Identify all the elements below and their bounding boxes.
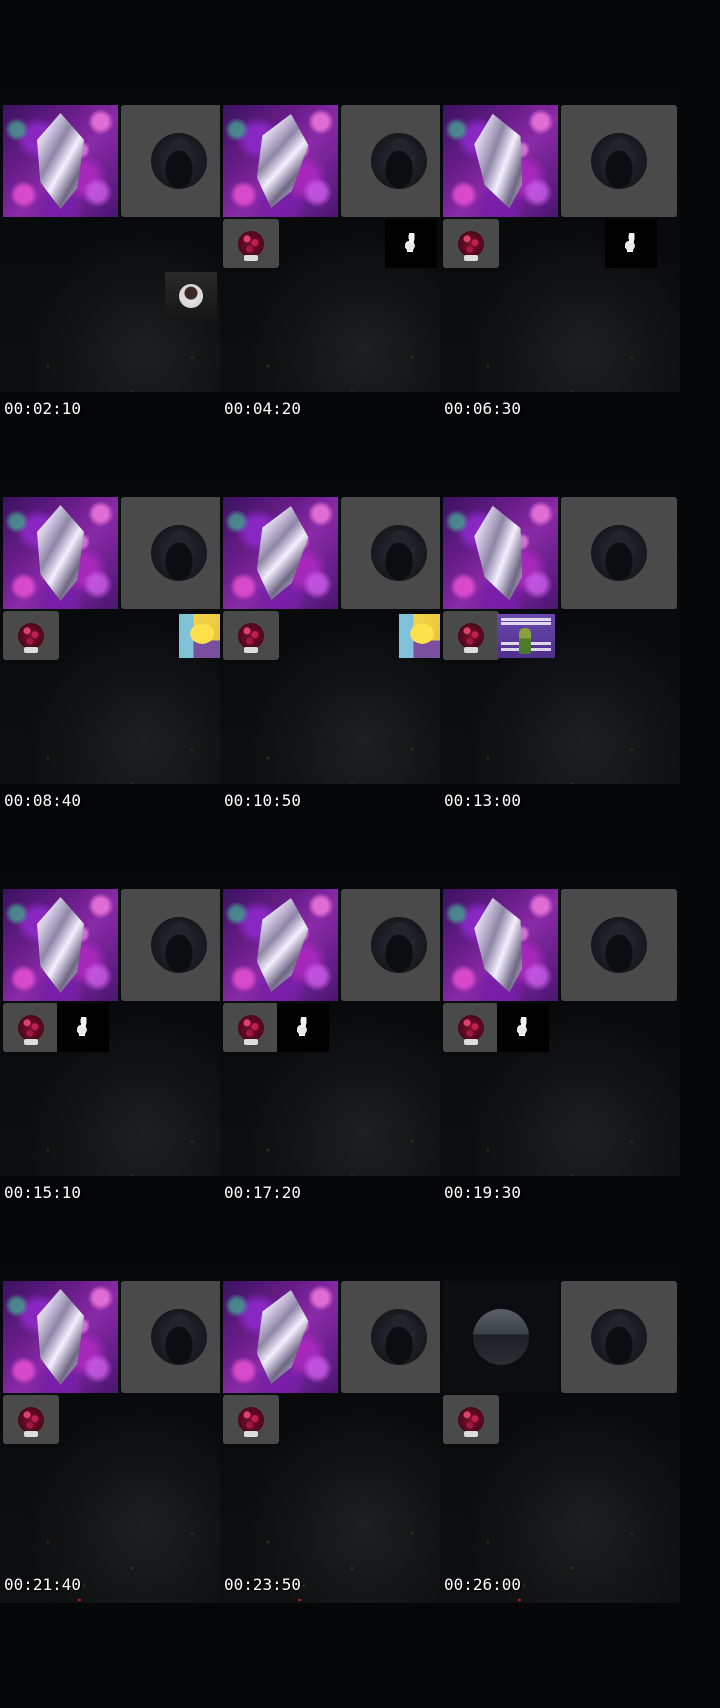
participant-tile-crystal[interactable] (3, 105, 118, 217)
berry-icon (458, 1406, 484, 1437)
participant-tile-crystal[interactable] (443, 889, 558, 1001)
participant-tile-crystal[interactable] (443, 105, 558, 217)
bunny-icon (297, 1016, 309, 1039)
person-avatar-icon (179, 284, 203, 308)
berry-icon (18, 1406, 44, 1437)
participant-tile-bunny[interactable] (385, 219, 437, 268)
hooded-figure-avatar-icon (591, 525, 647, 581)
street-avatar-icon (472, 1309, 529, 1365)
frame-timestamp: 00:02:10 (4, 399, 82, 418)
bunny-icon (405, 232, 417, 255)
frame-4: 00:08:40 (0, 392, 240, 819)
meme-caption-line (501, 618, 551, 621)
progress-marker (78, 1599, 81, 1601)
floating-participant-tile[interactable] (165, 272, 217, 320)
hooded-figure-avatar-icon (151, 133, 207, 189)
bunny-icon (77, 1016, 89, 1039)
frame-12: 00:26:00 (440, 1176, 680, 1603)
participant-tile-crystal[interactable] (223, 105, 338, 217)
frame-timestamp: 00:08:40 (4, 791, 82, 810)
berry-icon (18, 622, 44, 653)
hooded-figure-avatar-icon (151, 525, 207, 581)
contact-sheet-grid: 00:02:10 00:04:20 00:06:30 00:08:40 00:10:50… (0, 0, 720, 1708)
participant-tile-berry[interactable] (443, 611, 499, 660)
bunny-icon (625, 232, 637, 255)
frame-2: 00:04:20 (220, 0, 460, 427)
frame-timestamp: 00:26:00 (444, 1575, 522, 1594)
frame-timestamp: 00:06:30 (444, 399, 522, 418)
hooded-figure-avatar-icon (591, 917, 647, 973)
participant-tile-berry[interactable] (3, 1395, 59, 1444)
berry-icon (238, 1014, 264, 1045)
berry-icon (458, 230, 484, 261)
participant-tile-berry[interactable] (443, 1395, 499, 1444)
hooded-figure-avatar-icon (371, 133, 427, 189)
frame-7: 00:15:10 (0, 784, 240, 1211)
participant-tile-user[interactable] (561, 105, 677, 217)
participant-tile-crystal[interactable] (3, 889, 118, 1001)
participant-tile-berry[interactable] (3, 1003, 59, 1052)
participant-tile-user[interactable] (561, 1281, 677, 1393)
frame-1: 00:02:10 (0, 0, 240, 427)
frame-timestamp: 00:21:40 (4, 1575, 82, 1594)
hooded-figure-avatar-icon (371, 525, 427, 581)
participant-tile-berry[interactable] (223, 611, 279, 660)
frame-timestamp: 00:10:50 (224, 791, 302, 810)
frame-8: 00:17:20 (220, 784, 460, 1211)
hooded-figure-avatar-icon (151, 1309, 207, 1365)
participant-tile-crystal[interactable] (3, 1281, 118, 1393)
frame-11: 00:23:50 (220, 1176, 460, 1603)
participant-tile-user[interactable] (561, 497, 677, 609)
participant-tile-street[interactable] (443, 1281, 558, 1393)
berry-icon (238, 622, 264, 653)
frame-6: 00:13:00 (440, 392, 680, 819)
hooded-figure-avatar-icon (591, 1309, 647, 1365)
berry-icon (458, 1014, 484, 1045)
frame-timestamp: 00:23:50 (224, 1575, 302, 1594)
participant-tile-berry[interactable] (3, 611, 59, 660)
frame-10: 00:21:40 (0, 1176, 240, 1603)
participant-tile-berry[interactable] (223, 219, 279, 268)
meme-caption-line (501, 622, 551, 625)
participant-tile-berry[interactable] (443, 1003, 499, 1052)
participant-tile-berry[interactable] (443, 219, 499, 268)
frame-timestamp: 00:15:10 (4, 1183, 82, 1202)
participant-tile-user[interactable] (561, 889, 677, 1001)
participant-tile-crystal[interactable] (443, 497, 558, 609)
frame-9: 00:19:30 (440, 784, 680, 1211)
participant-tile-crystal[interactable] (223, 497, 338, 609)
participant-tile-bunny[interactable] (57, 1003, 109, 1052)
berry-icon (238, 1406, 264, 1437)
hooded-figure-avatar-icon (371, 1309, 427, 1365)
frame-timestamp: 00:13:00 (444, 791, 522, 810)
progress-marker (298, 1599, 301, 1601)
participant-tile-crystal[interactable] (3, 497, 118, 609)
meme-thumbnail (497, 614, 555, 658)
berry-icon (18, 1014, 44, 1045)
frame-5: 00:10:50 (220, 392, 460, 819)
participant-tile-bunny[interactable] (497, 1003, 549, 1052)
hooded-figure-avatar-icon (151, 917, 207, 973)
participant-tile-meme[interactable] (497, 614, 555, 658)
participant-tile-bunny[interactable] (277, 1003, 329, 1052)
participant-tile-crystal[interactable] (223, 889, 338, 1001)
participant-tile-crystal[interactable] (223, 1281, 338, 1393)
bunny-icon (517, 1016, 529, 1039)
hooded-figure-avatar-icon (591, 133, 647, 189)
participant-tile-berry[interactable] (223, 1003, 279, 1052)
frame-timestamp: 00:04:20 (224, 399, 302, 418)
progress-marker (518, 1599, 521, 1601)
hooded-figure-avatar-icon (371, 917, 427, 973)
meme-figure (519, 628, 531, 654)
berry-icon (238, 230, 264, 261)
frame-timestamp: 00:17:20 (224, 1183, 302, 1202)
participant-tile-berry[interactable] (223, 1395, 279, 1444)
participant-tile-bunny[interactable] (605, 219, 657, 268)
berry-icon (458, 622, 484, 653)
frame-3: 00:06:30 (440, 0, 680, 427)
frame-timestamp: 00:19:30 (444, 1183, 522, 1202)
